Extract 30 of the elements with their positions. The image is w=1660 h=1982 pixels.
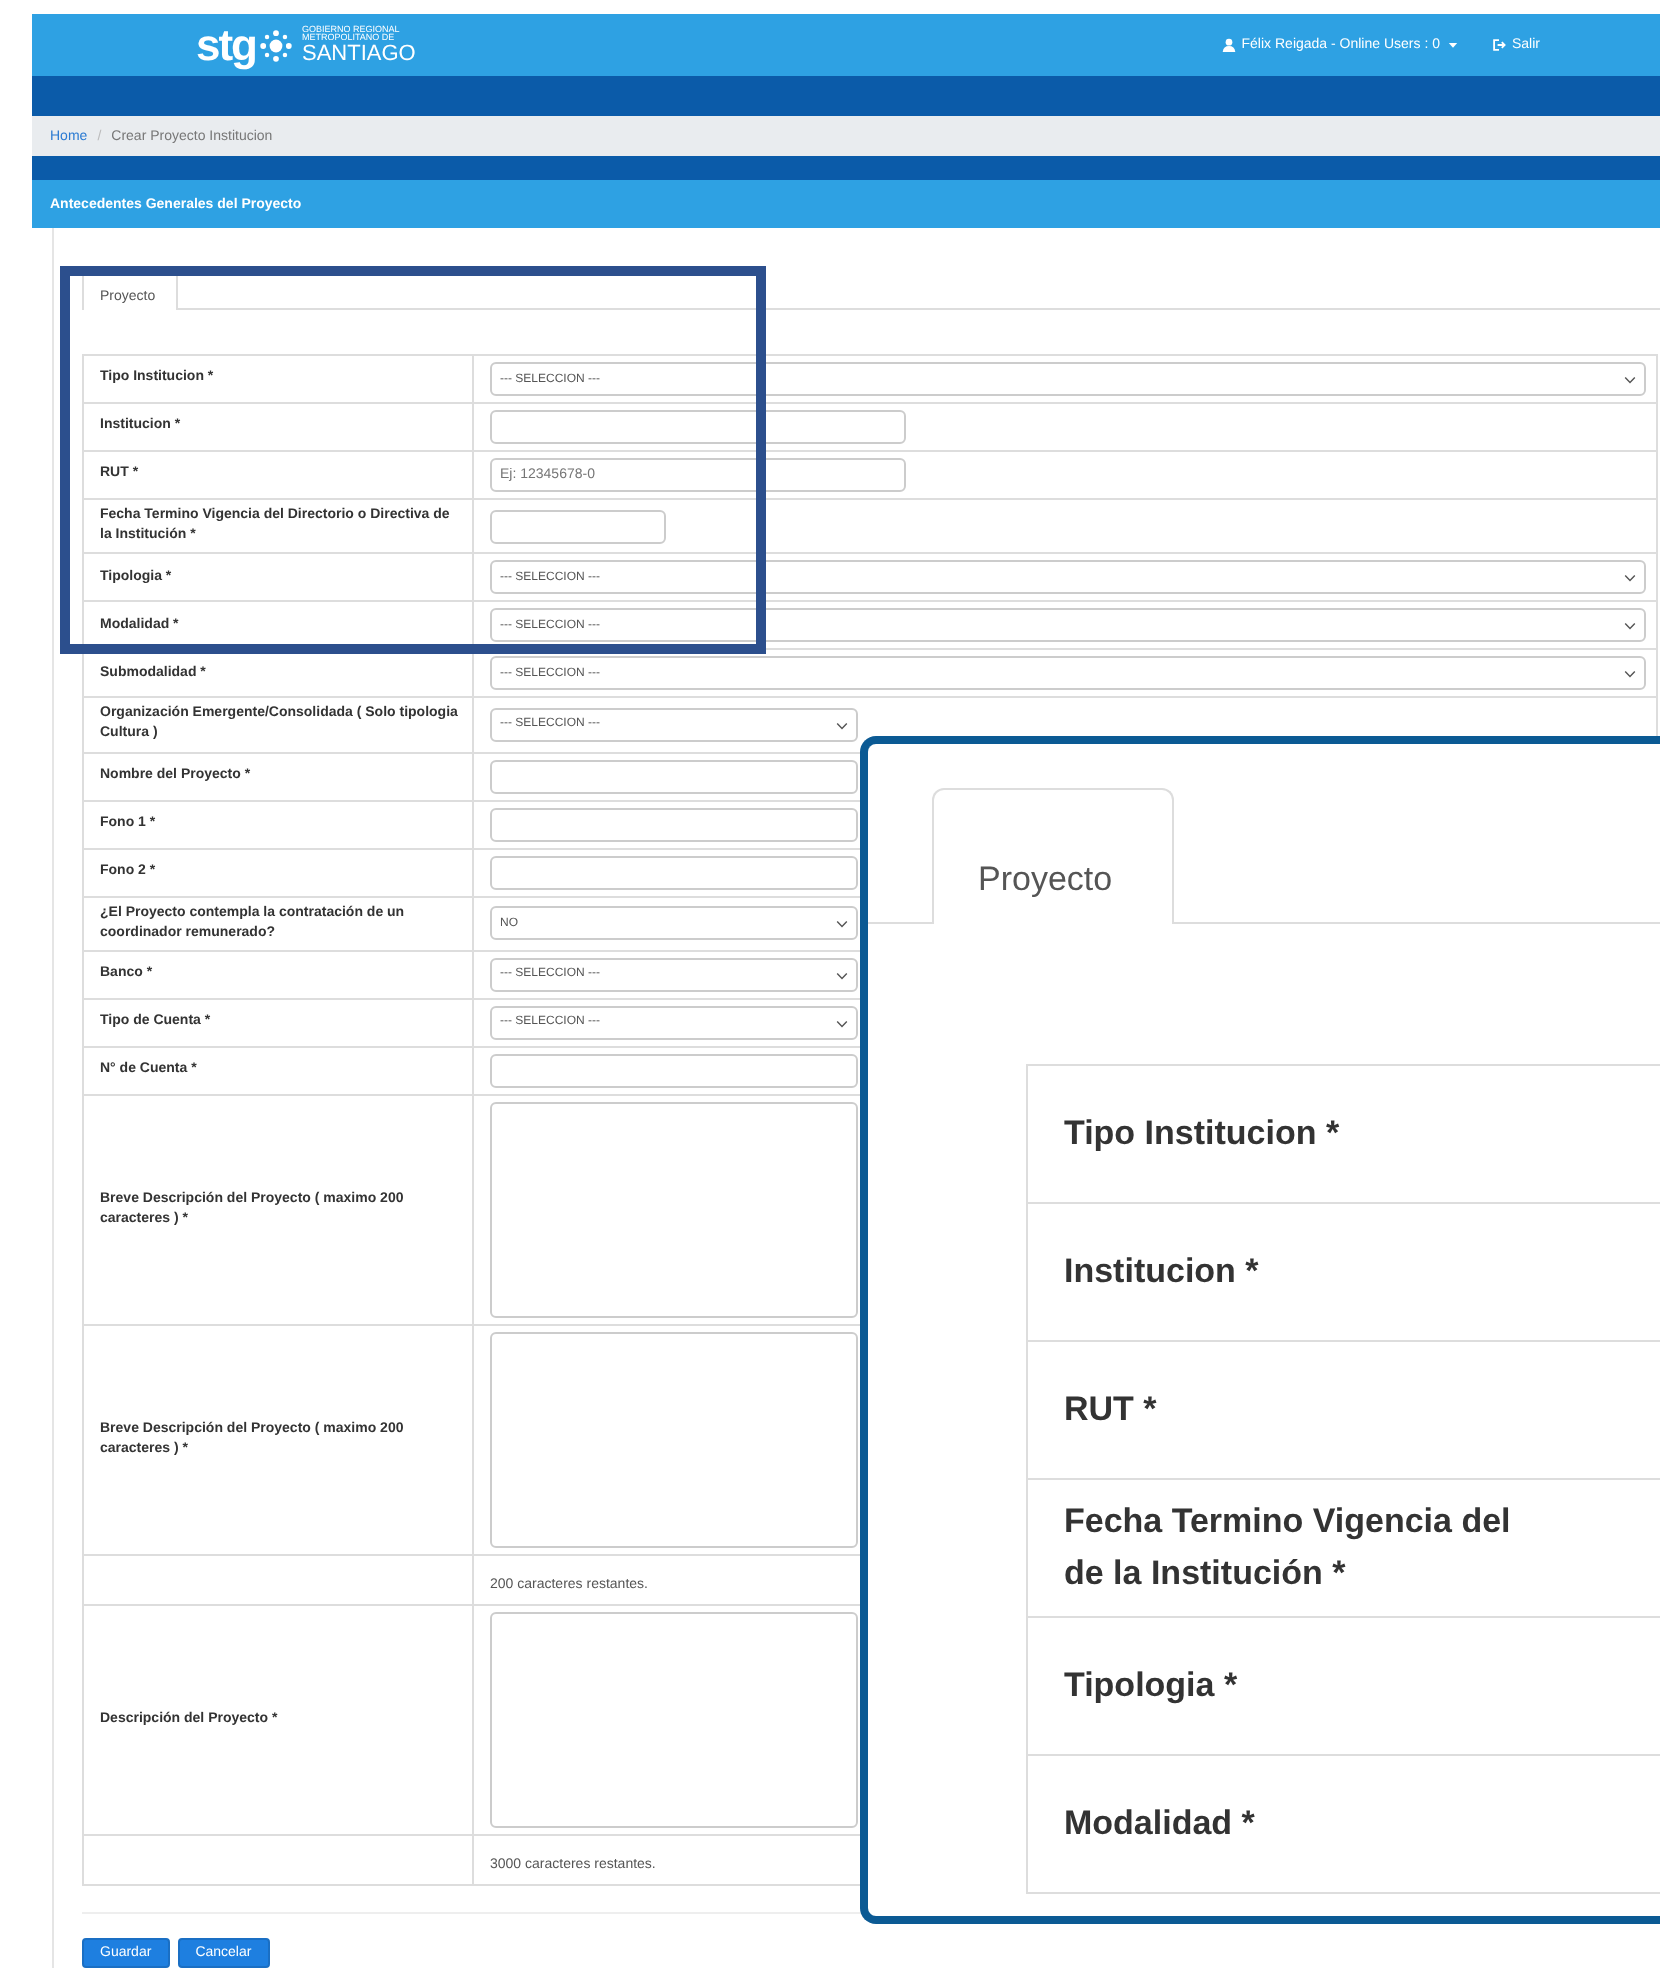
user-icon — [1221, 38, 1236, 52]
logo-text: stg — [196, 23, 256, 67]
input-field[interactable] — [490, 1053, 858, 1088]
field-label: Tipologia * — [1027, 1617, 1660, 1755]
chevron-icon — [1624, 374, 1636, 386]
logo-mark-icon — [260, 29, 292, 61]
chevron-icon — [836, 969, 848, 982]
chevron-icon — [1624, 620, 1636, 633]
field-label: Modalidad * — [1027, 1755, 1660, 1893]
field-label: Fecha Termino Vigencia del de la Institución * — [1027, 1479, 1660, 1617]
logout-icon — [1491, 38, 1506, 52]
input-field[interactable] — [490, 759, 858, 794]
input-field[interactable] — [490, 509, 666, 544]
chevron-icon — [1624, 572, 1636, 585]
chevron-icon — [1624, 668, 1636, 681]
chevron-icon — [836, 719, 848, 732]
chevron-icon — [836, 1017, 848, 1030]
field-label: RUT * — [1027, 1341, 1660, 1479]
logo-subtitle: SANTIAGO — [302, 43, 416, 65]
tab[interactable]: Proyecto — [932, 788, 1175, 924]
text-area[interactable] — [490, 1611, 858, 1828]
input-field[interactable] — [490, 855, 858, 890]
caret-icon — [1445, 38, 1460, 52]
field-label: Tipo Institucion * — [1027, 1065, 1660, 1203]
input-field[interactable] — [490, 410, 906, 444]
chevron-icon — [836, 918, 848, 931]
field-label: Institucion * — [1027, 1203, 1660, 1341]
text-area[interactable] — [490, 1331, 858, 1548]
text-area[interactable] — [490, 1101, 858, 1318]
input-field[interactable] — [490, 807, 858, 842]
